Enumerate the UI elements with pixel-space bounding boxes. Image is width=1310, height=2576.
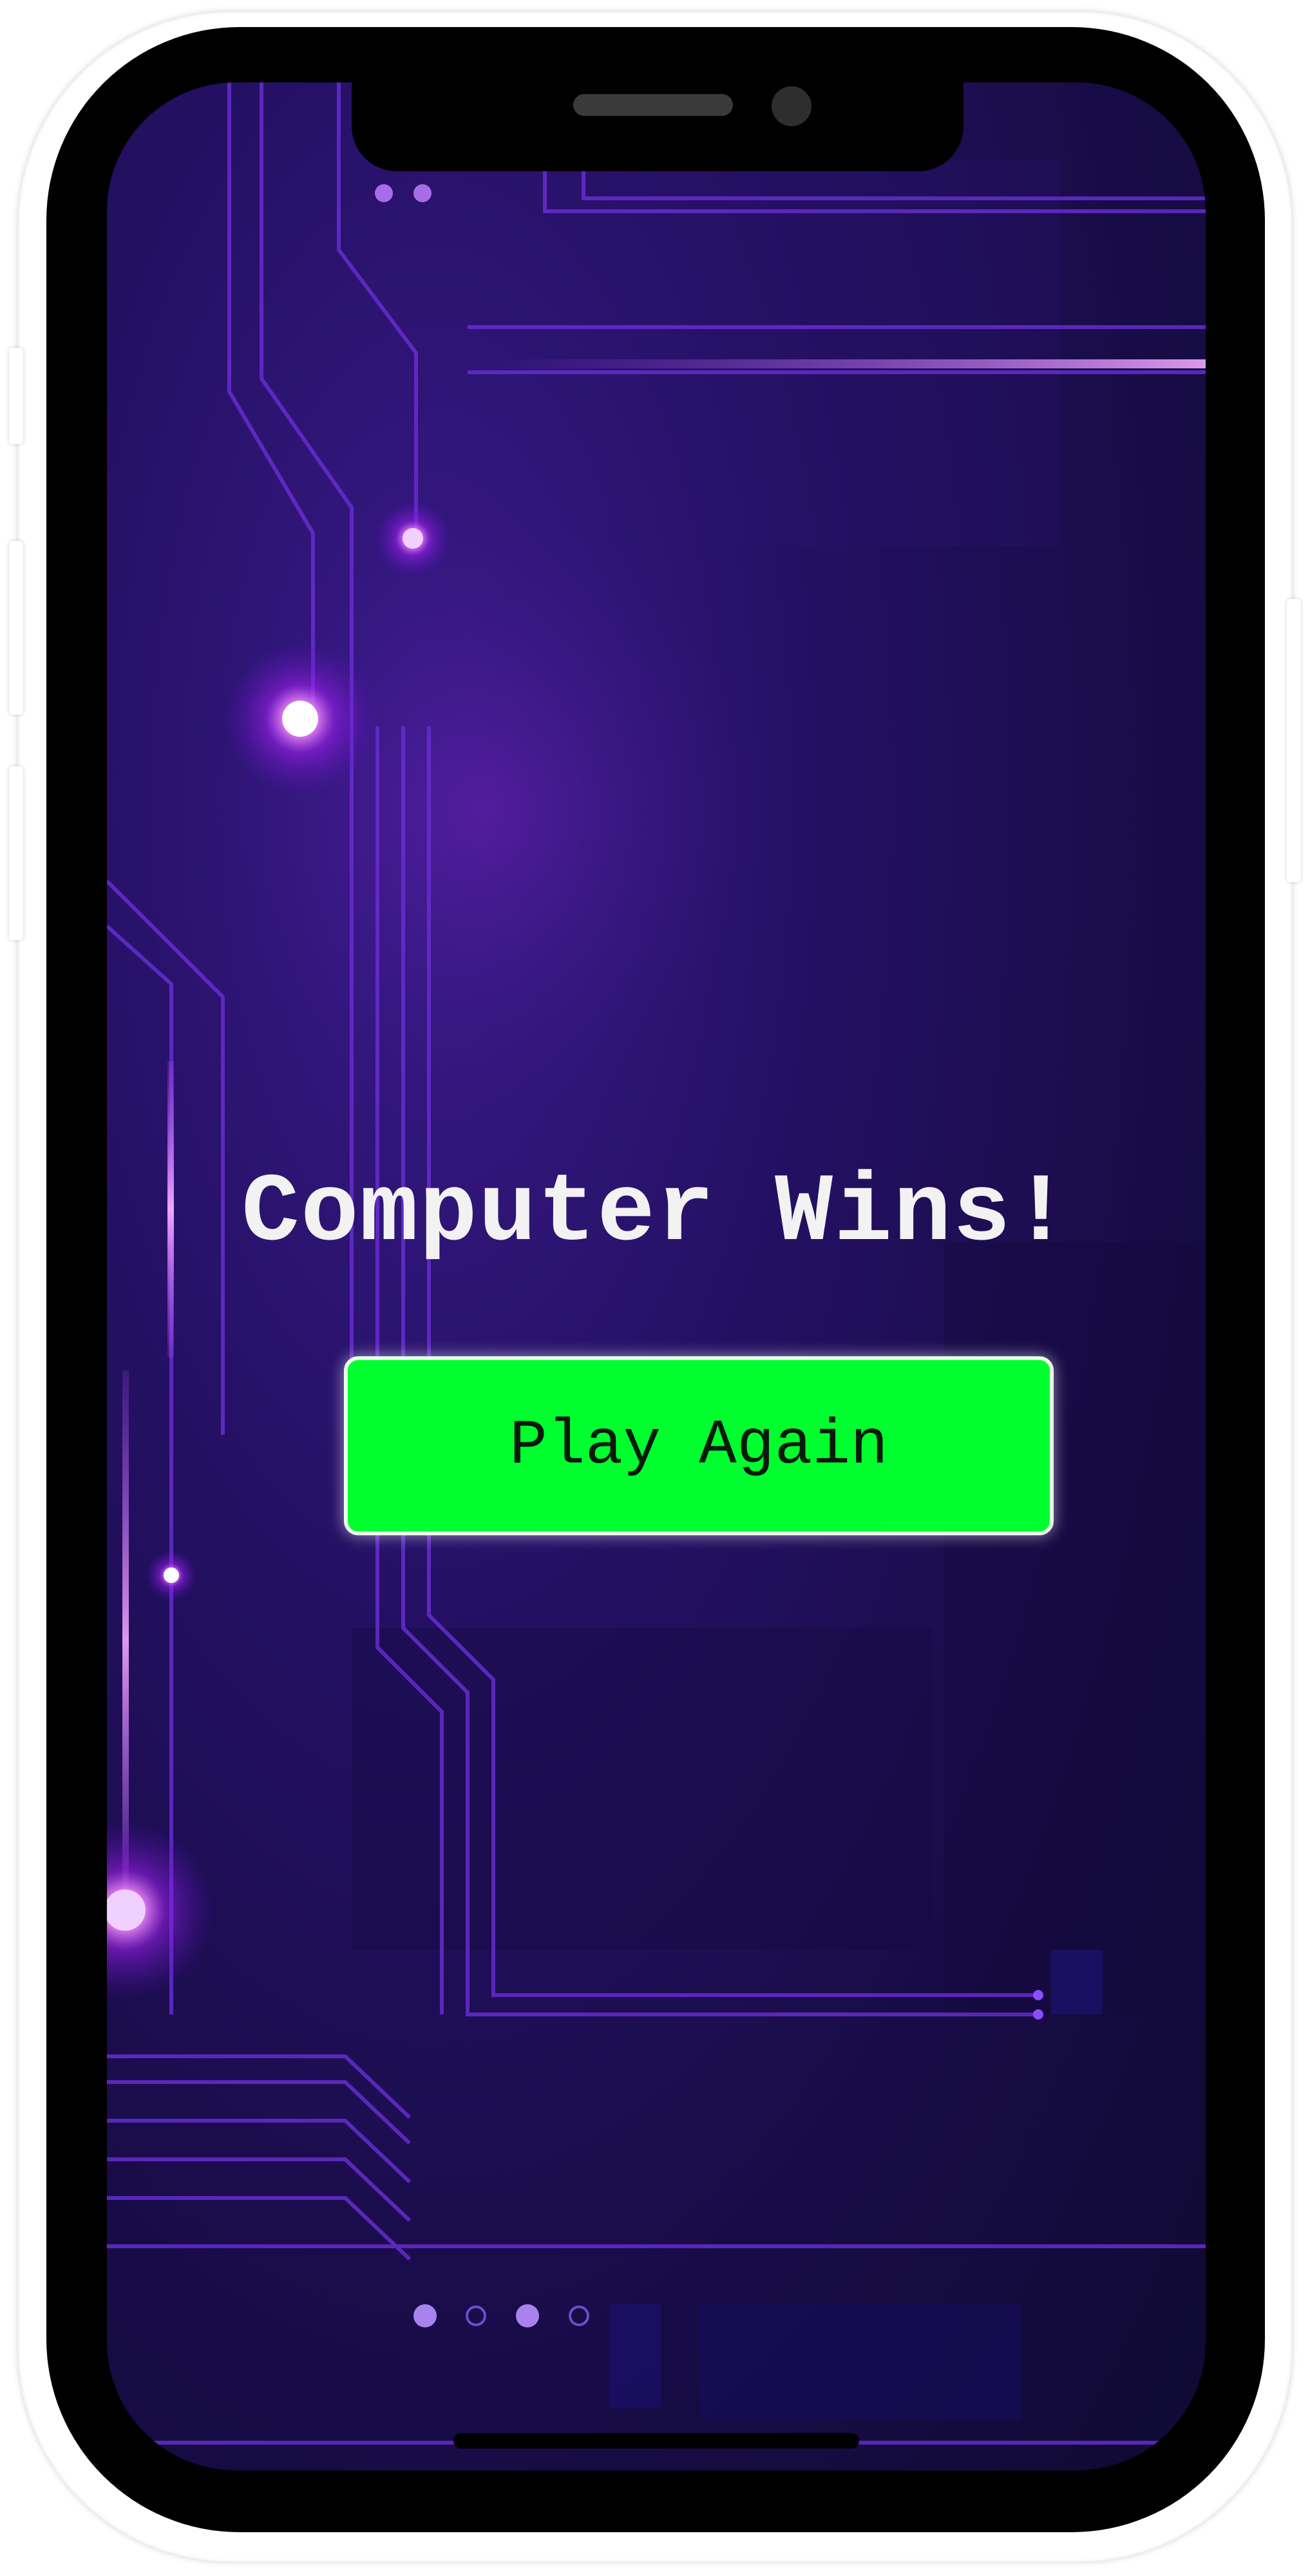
phone-camera (772, 86, 812, 126)
circuit-background (107, 82, 1206, 2445)
game-screen (107, 82, 1206, 2470)
phone-speaker (573, 94, 733, 116)
play-again-button[interactable]: Play Again (344, 1356, 1054, 1535)
page: Computer Wins! Play Again (0, 0, 1310, 2576)
phone-notch (352, 76, 964, 171)
phone-side-button (1287, 599, 1301, 882)
phone-side-button (9, 766, 23, 940)
home-indicator (453, 2433, 859, 2448)
phone-side-button (9, 541, 23, 715)
game-result-title: Computer Wins! (241, 1159, 1072, 1269)
phone-side-button (9, 348, 23, 444)
